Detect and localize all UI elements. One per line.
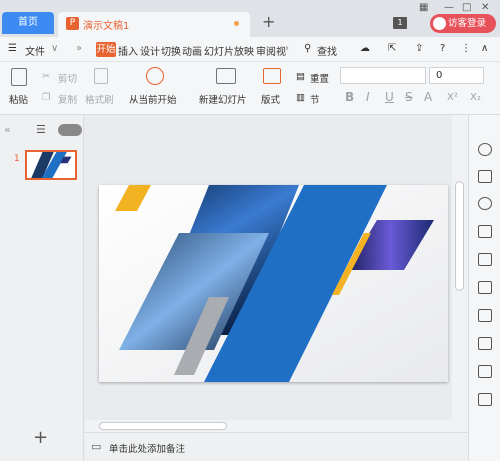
hamburger-icon[interactable]: ☰	[8, 43, 17, 54]
collapse-ribbon-icon[interactable]: ∧	[481, 43, 488, 54]
presentation-icon: P	[66, 17, 79, 30]
italic-button[interactable]: I	[366, 90, 370, 104]
expand-icon[interactable]: »	[76, 43, 82, 54]
format-painter-button[interactable]: 格式刷	[85, 92, 114, 106]
search-icon[interactable]: ⚲	[304, 43, 311, 54]
grid-icon[interactable]: ▦	[419, 2, 428, 13]
vertical-scrollbar[interactable]	[452, 115, 468, 420]
subscript-button[interactable]: X₂	[470, 92, 481, 103]
copy-slide-icon[interactable]	[478, 170, 492, 183]
menu-animation[interactable]: 动画	[182, 43, 202, 58]
underline-button[interactable]: U	[385, 90, 394, 104]
collapse-panel-icon[interactable]: «	[4, 123, 11, 136]
settings-sliders-icon[interactable]	[478, 337, 492, 350]
right-task-pane	[468, 115, 500, 461]
paste-button[interactable]: 粘贴	[9, 92, 28, 106]
slide-number: 1	[14, 154, 20, 164]
horizontal-scrollbar[interactable]	[85, 420, 468, 432]
title-bar: 首页 P 演示文稿1 + 1 ▦ — □ ✕ 访客登录	[0, 0, 500, 37]
tab-document[interactable]: P 演示文稿1	[58, 12, 250, 37]
animation-icon[interactable]	[478, 197, 492, 210]
font-size-field[interactable]: 0	[429, 67, 484, 84]
slide[interactable]	[99, 185, 448, 382]
menu-review[interactable]: 审阅	[256, 43, 276, 58]
reset-button[interactable]: 重置	[310, 71, 329, 85]
minimize-icon[interactable]: —	[444, 2, 454, 13]
image-icon[interactable]	[478, 281, 492, 294]
menu-home[interactable]: 开始	[96, 42, 116, 57]
more-icon[interactable]: ⋮	[461, 43, 471, 54]
cut-button[interactable]: 剪切	[58, 71, 77, 85]
maximize-icon[interactable]: □	[462, 2, 471, 13]
outline-view-icon[interactable]: ☰	[36, 123, 46, 136]
new-slide-icon[interactable]	[216, 68, 236, 84]
notes-icon: ▭	[91, 440, 102, 453]
slide-artwork	[99, 185, 448, 382]
ribbon-toolbar: 粘贴 ✂ 剪切 ❐ 复制 格式刷 从当前开始 新建幻灯片 版式 ▤ 重置 ▥ 节…	[0, 62, 500, 115]
new-tab-icon[interactable]: +	[262, 12, 275, 31]
font-color-button[interactable]: A	[424, 90, 432, 104]
scroll-right-icon[interactable]: ›	[285, 43, 289, 54]
cloud-icon[interactable]: ☁	[360, 43, 370, 54]
thumbnail-graphic	[27, 152, 75, 178]
new-slide-button[interactable]: 新建幻灯片	[199, 92, 247, 106]
tab-home[interactable]: 首页	[2, 12, 54, 34]
copy-icon[interactable]: ❐	[42, 92, 51, 103]
notes-bar[interactable]: ▭ 单击此处添加备注	[85, 432, 468, 461]
document-icon[interactable]	[478, 393, 492, 406]
chevron-down-icon[interactable]: ∨	[51, 43, 58, 54]
section-icon[interactable]: ▥	[296, 92, 305, 103]
vertical-scroll-thumb[interactable]	[455, 181, 464, 291]
page-count-badge: 1	[393, 17, 407, 29]
menu-file[interactable]: 文件	[25, 43, 45, 58]
help-icon[interactable]: ?	[440, 43, 445, 54]
share-icon[interactable]: ⇱	[388, 43, 396, 54]
avatar	[433, 17, 446, 30]
paste-icon[interactable]	[11, 68, 27, 86]
strikethrough-button[interactable]: S	[405, 90, 413, 104]
document-title: 演示文稿1	[83, 21, 130, 32]
notes-placeholder[interactable]: 单击此处添加备注	[109, 441, 185, 455]
visitor-login-button[interactable]: 访客登录	[430, 14, 496, 33]
section-button[interactable]: 节	[310, 92, 320, 106]
horizontal-scroll-thumb[interactable]	[99, 422, 227, 430]
menu-slideshow[interactable]: 幻灯片放映	[204, 43, 254, 58]
bold-button[interactable]: B	[345, 90, 354, 104]
font-name-field[interactable]	[340, 67, 426, 84]
reset-icon[interactable]: ▤	[296, 71, 305, 82]
thumbnail-view-toggle[interactable]	[58, 124, 82, 136]
search-label[interactable]: 查找	[317, 43, 337, 58]
add-slide-button[interactable]: +	[33, 427, 48, 448]
unsaved-dot-icon	[234, 21, 239, 26]
menu-insert[interactable]: 插入	[118, 43, 138, 58]
menu-design[interactable]: 设计	[140, 43, 160, 58]
visitor-login-label: 访客登录	[448, 18, 487, 29]
slide-thumbnail-1[interactable]	[25, 150, 77, 180]
layout-icon[interactable]	[263, 68, 281, 84]
backup-icon[interactable]	[478, 365, 492, 378]
chart-icon[interactable]	[478, 309, 492, 322]
scissors-icon[interactable]: ✂	[42, 71, 50, 82]
pin-icon[interactable]	[478, 143, 492, 156]
play-icon[interactable]	[146, 67, 164, 85]
copy-button[interactable]: 复制	[58, 92, 77, 106]
menu-bar: ☰ 文件 ∨ » 开始 插入 设计 切换 动画 幻灯片放映 审阅 视 › ⚲ 查…	[0, 37, 500, 62]
format-painter-icon[interactable]	[94, 68, 108, 84]
shape-icon[interactable]	[478, 225, 492, 238]
layout-button[interactable]: 版式	[261, 92, 280, 106]
close-icon[interactable]: ✕	[481, 2, 489, 13]
export-icon[interactable]: ⇪	[415, 43, 423, 54]
from-current-button[interactable]: 从当前开始	[129, 92, 177, 106]
menu-transition[interactable]: 切换	[161, 43, 181, 58]
superscript-button[interactable]: X²	[447, 92, 458, 103]
table-icon[interactable]	[478, 253, 492, 266]
